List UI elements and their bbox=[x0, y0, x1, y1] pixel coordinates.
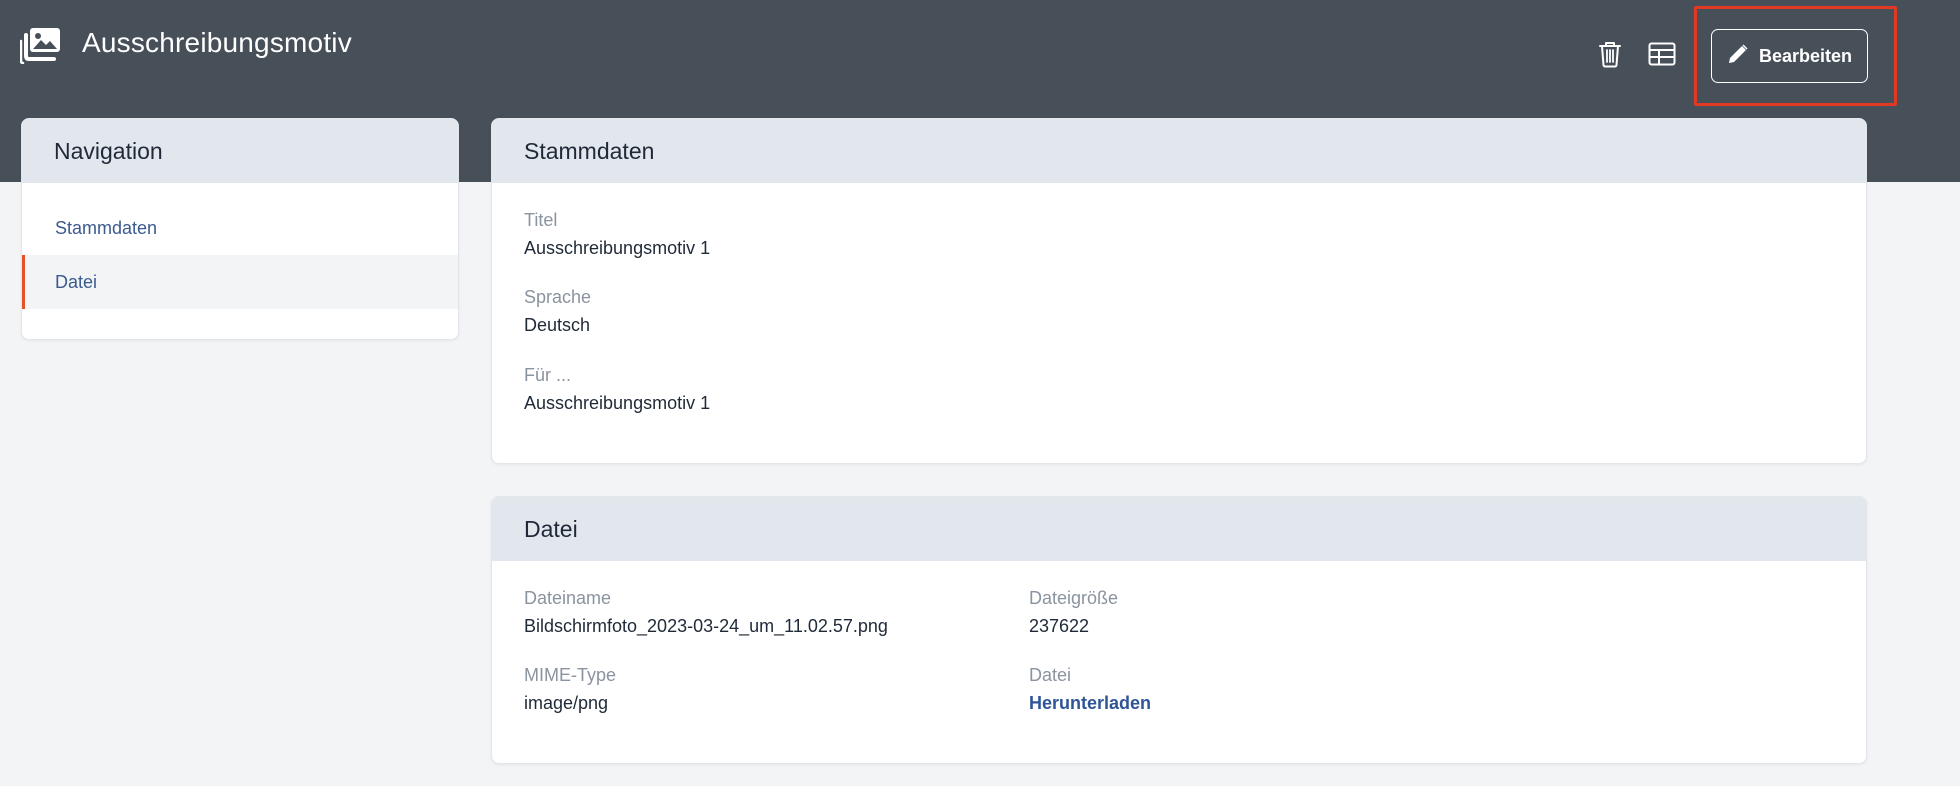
sprache-field: Sprache Deutsch bbox=[524, 286, 591, 336]
mime-field: MIME-Type image/png bbox=[524, 664, 616, 714]
datei-title: Datei bbox=[492, 497, 1866, 561]
trash-icon bbox=[1598, 40, 1622, 73]
table-icon bbox=[1648, 42, 1676, 71]
navigation-card: Navigation Stammdaten Datei bbox=[21, 118, 459, 340]
page-title: Ausschreibungsmotiv bbox=[82, 27, 352, 58]
mime-value: image/png bbox=[524, 693, 609, 713]
fuer-field: Für ... Ausschreibungsmotiv 1 bbox=[524, 364, 710, 414]
stammdaten-card: Stammdaten Titel Ausschreibungsmotiv 1 S… bbox=[491, 118, 1867, 464]
titel-value: Ausschreibungsmotiv 1 bbox=[524, 238, 711, 258]
sprache-label: Sprache bbox=[524, 287, 592, 307]
dateiname-label: Dateiname bbox=[524, 588, 612, 608]
download-link[interactable]: Herunterladen bbox=[1029, 692, 1151, 714]
edit-button-label: Bearbeiten bbox=[1758, 45, 1853, 66]
stammdaten-title: Stammdaten bbox=[492, 119, 1866, 183]
titel-field: Titel Ausschreibungsmotiv 1 bbox=[524, 209, 710, 259]
dateiname-field: Dateiname Bildschirmfoto_2023-03-24_um_1… bbox=[524, 587, 888, 637]
dateiname-value: Bildschirmfoto_2023-03-24_um_11.02.57.pn… bbox=[524, 616, 888, 636]
datei-field: Datei Herunterladen bbox=[1029, 664, 1151, 714]
sprache-value: Deutsch bbox=[524, 315, 591, 335]
datei-card: Datei Dateiname Bildschirmfoto_2023-03-2… bbox=[491, 496, 1867, 764]
titel-label: Titel bbox=[524, 210, 558, 230]
nav-item-label: Stammdaten bbox=[55, 217, 158, 238]
pencil-icon bbox=[1727, 43, 1749, 70]
dateigroesse-field: Dateigröße 237622 bbox=[1029, 587, 1118, 637]
dateigroesse-value: 237622 bbox=[1029, 616, 1090, 636]
mime-label: MIME-Type bbox=[524, 665, 617, 685]
nav-item-datei[interactable]: Datei bbox=[22, 255, 458, 309]
images-icon bbox=[19, 26, 62, 65]
navigation-list: Stammdaten Datei bbox=[22, 183, 458, 309]
fuer-value: Ausschreibungsmotiv 1 bbox=[524, 393, 711, 413]
navigation-title: Navigation bbox=[22, 119, 458, 183]
dateigroesse-label: Dateigröße bbox=[1029, 588, 1119, 608]
edit-button[interactable]: Bearbeiten bbox=[1711, 29, 1868, 83]
fuer-label: Für ... bbox=[524, 365, 572, 385]
datei-label: Datei bbox=[1029, 665, 1072, 685]
delete-button[interactable] bbox=[1594, 40, 1626, 72]
nav-item-label: Datei bbox=[55, 271, 98, 292]
table-view-button[interactable] bbox=[1646, 40, 1678, 72]
nav-item-stammdaten[interactable]: Stammdaten bbox=[22, 201, 458, 255]
